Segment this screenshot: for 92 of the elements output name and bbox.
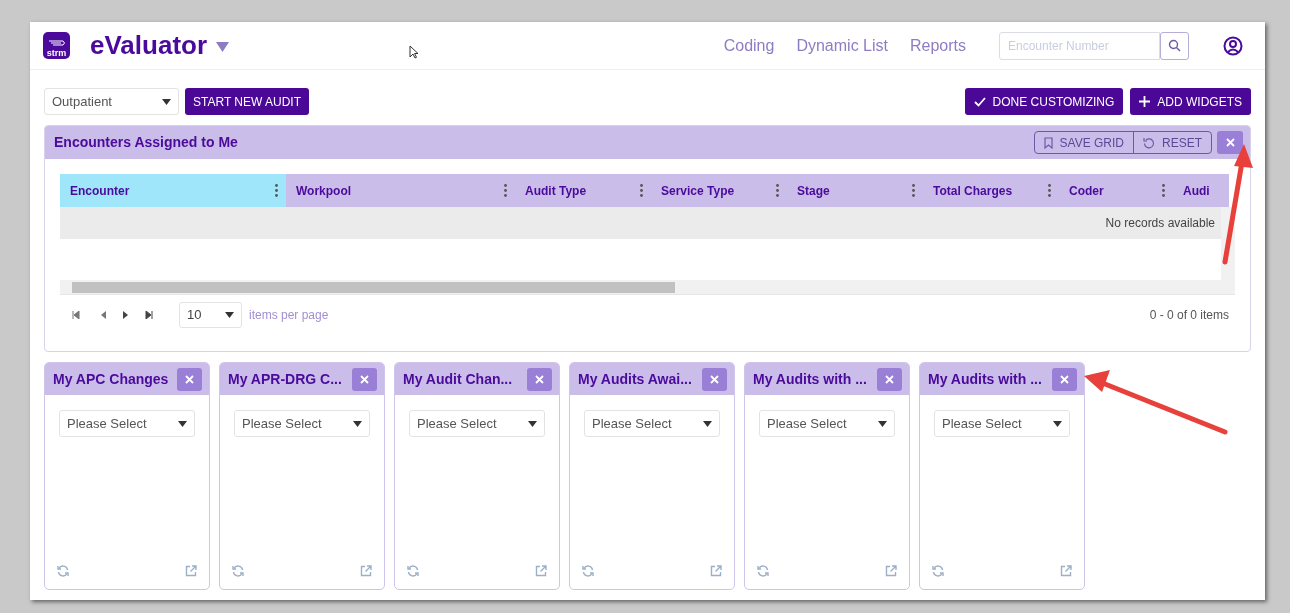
reset-button[interactable]: RESET (1133, 132, 1211, 153)
widget-dropdown[interactable]: Please Select (934, 410, 1070, 437)
widget-title: My Audits with ... (928, 369, 1042, 389)
cursor-icon (409, 44, 420, 59)
external-link-icon[interactable] (710, 565, 722, 577)
caret-icon (878, 420, 887, 427)
column-menu-icon[interactable] (640, 184, 643, 197)
page-size-dropdown[interactable]: 10 (179, 302, 242, 328)
close-button[interactable] (702, 367, 727, 391)
refresh-icon[interactable] (757, 565, 769, 577)
column-menu-icon[interactable] (504, 184, 507, 197)
done-customizing-button[interactable]: DONE CUSTOMIZING (964, 88, 1124, 115)
previous-page-icon[interactable] (100, 311, 106, 319)
caret-icon (528, 420, 537, 427)
bookmark-icon (1043, 136, 1053, 149)
logo-mark-icon (46, 39, 67, 48)
caret-icon[interactable] (216, 42, 230, 52)
reset-icon (1143, 136, 1155, 149)
column-header[interactable]: Total Charges (923, 174, 1059, 207)
widget-dropdown[interactable]: Please Select (759, 410, 895, 437)
close-icon (185, 374, 194, 384)
app-name: eValuator (90, 29, 208, 62)
nav-link[interactable]: Dynamic List (796, 33, 888, 58)
close-button[interactable] (1217, 131, 1243, 154)
widget-title: My Audits with ... (753, 369, 867, 389)
caret-icon (353, 420, 362, 427)
column-header[interactable]: Audi (1173, 174, 1229, 207)
widget-dropdown[interactable]: Please Select (584, 410, 720, 437)
widget-dropdown[interactable]: Please Select (409, 410, 545, 437)
items-per-page-label: items per page (249, 307, 329, 324)
column-menu-icon[interactable] (1162, 184, 1165, 197)
widget-title: My APC Changes (53, 369, 169, 389)
widget-title: My APR-DRG C... (228, 369, 342, 389)
nav-link[interactable]: Coding (723, 33, 775, 58)
column-header[interactable]: Service Type (651, 174, 787, 207)
close-icon (1060, 374, 1069, 384)
panel-title: Encounters Assigned to Me (54, 133, 238, 152)
close-icon (1225, 138, 1235, 147)
search-icon (1168, 39, 1181, 52)
horizontal-scrollbar[interactable] (60, 280, 1235, 294)
widget-title: My Audit Chan... (403, 369, 513, 389)
refresh-icon[interactable] (932, 565, 944, 577)
close-icon (710, 374, 719, 384)
close-button[interactable] (177, 367, 202, 391)
save-grid-button[interactable]: SAVE GRID (1034, 132, 1133, 153)
close-icon (885, 374, 894, 384)
patient-type-dropdown[interactable]: Outpatient (44, 88, 179, 115)
column-header[interactable]: Audit Type (515, 174, 651, 207)
caret-icon (1053, 420, 1062, 427)
logo-text: strm (46, 48, 67, 58)
close-button[interactable] (352, 367, 377, 391)
column-header[interactable]: Stage (787, 174, 923, 207)
first-page-icon[interactable] (72, 311, 80, 319)
widget-dropdown[interactable]: Please Select (59, 410, 195, 437)
search-button[interactable] (1160, 31, 1189, 60)
close-button[interactable] (877, 367, 902, 391)
close-icon (360, 374, 369, 384)
column-menu-icon[interactable] (912, 184, 915, 197)
start-new-audit-button[interactable]: START NEW AUDIT (185, 88, 309, 115)
external-link-icon[interactable] (535, 565, 547, 577)
column-header[interactable]: Encounter (60, 174, 286, 207)
column-menu-icon[interactable] (776, 184, 779, 197)
caret-icon (162, 98, 171, 105)
external-link-icon[interactable] (885, 565, 897, 577)
refresh-icon[interactable] (582, 565, 594, 577)
last-page-icon[interactable] (145, 311, 153, 319)
column-menu-icon[interactable] (1048, 184, 1051, 197)
plus-icon (1139, 96, 1151, 107)
close-button[interactable] (527, 367, 552, 391)
external-link-icon[interactable] (1060, 565, 1072, 577)
refresh-icon[interactable] (232, 565, 244, 577)
refresh-icon[interactable] (57, 565, 69, 577)
external-link-icon[interactable] (185, 565, 197, 577)
caret-icon (703, 420, 712, 427)
next-page-icon[interactable] (123, 311, 129, 319)
external-link-icon[interactable] (360, 565, 372, 577)
close-icon (535, 374, 544, 384)
add-widgets-button[interactable]: ADD WIDGETS (1130, 88, 1251, 115)
column-menu-icon[interactable] (275, 184, 278, 197)
close-button[interactable] (1052, 367, 1077, 391)
refresh-icon[interactable] (407, 565, 419, 577)
column-header[interactable]: Workpool (286, 174, 515, 207)
caret-icon (225, 312, 234, 318)
empty-message: No records available (1105, 215, 1215, 232)
nav-link[interactable]: Reports (909, 33, 966, 58)
widget-dropdown[interactable]: Please Select (234, 410, 370, 437)
widget-title: My Audits Awai... (578, 369, 692, 389)
user-account-icon[interactable] (1223, 35, 1243, 56)
caret-icon (178, 420, 187, 427)
checkmark-icon (973, 96, 986, 107)
column-header[interactable]: Coder (1059, 174, 1173, 207)
pager-info: 0 - 0 of 0 items (1149, 307, 1229, 324)
